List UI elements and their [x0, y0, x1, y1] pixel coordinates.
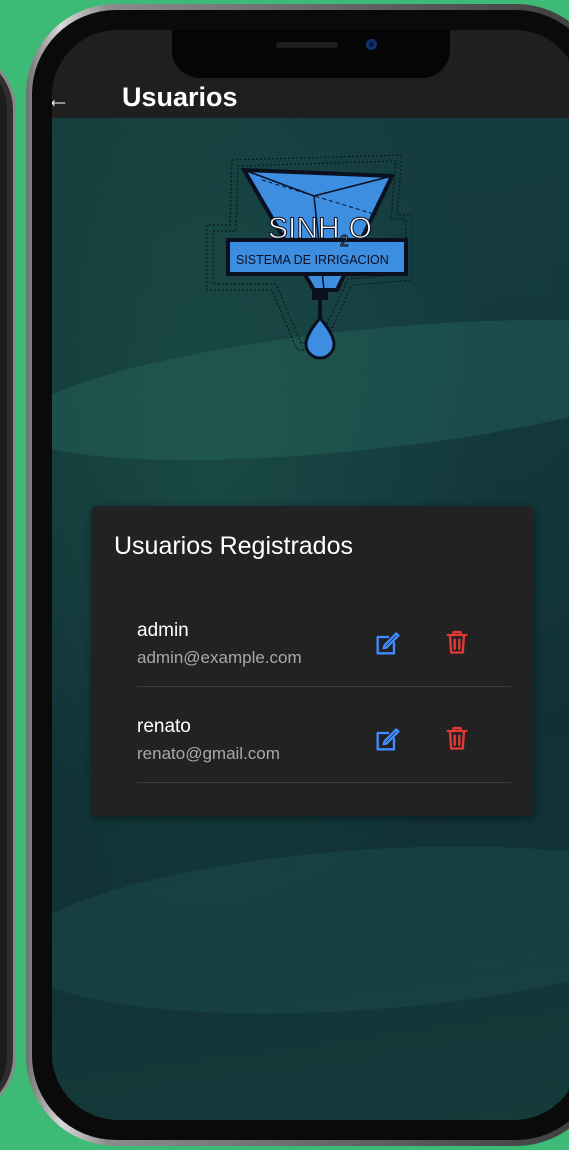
phone-notch — [172, 30, 450, 78]
edit-icon[interactable] — [373, 630, 401, 658]
users-card: Usuarios Registrados admin admin@example… — [92, 506, 534, 816]
phone-frame: ← Usuarios SINH2O SISTEMA DE IRRIGACION … — [26, 4, 569, 1146]
user-name: renato — [137, 716, 191, 737]
speaker-grille — [276, 42, 338, 48]
user-email: renato@gmail.com — [137, 744, 280, 763]
user-email: admin@example.com — [137, 648, 302, 667]
sinh2o-logo: SINH2O SISTEMA DE IRRIGACION — [206, 154, 412, 360]
user-row: admin admin@example.com — [137, 590, 511, 687]
user-name: admin — [137, 620, 189, 641]
phone-bezel: ← Usuarios SINH2O SISTEMA DE IRRIGACION … — [32, 10, 569, 1140]
background-wave — [52, 825, 569, 1035]
back-arrow-icon[interactable]: ← — [52, 86, 70, 114]
edit-icon[interactable] — [373, 726, 401, 754]
device-mockup: ← Usuarios SINH2O SISTEMA DE IRRIGACION … — [0, 0, 569, 1150]
trash-icon[interactable] — [443, 724, 471, 752]
user-row: renato renato@gmail.com — [137, 686, 511, 783]
left-phone-edge — [0, 50, 16, 1116]
front-camera — [366, 39, 377, 50]
logo-title: SINH2O — [268, 212, 372, 250]
card-title: Usuarios Registrados — [114, 532, 353, 560]
app-screen: ← Usuarios SINH2O SISTEMA DE IRRIGACION … — [52, 30, 569, 1120]
logo-subtitle: SISTEMA DE IRRIGACION — [236, 253, 389, 267]
page-title: Usuarios — [122, 82, 238, 112]
trash-icon[interactable] — [443, 628, 471, 656]
